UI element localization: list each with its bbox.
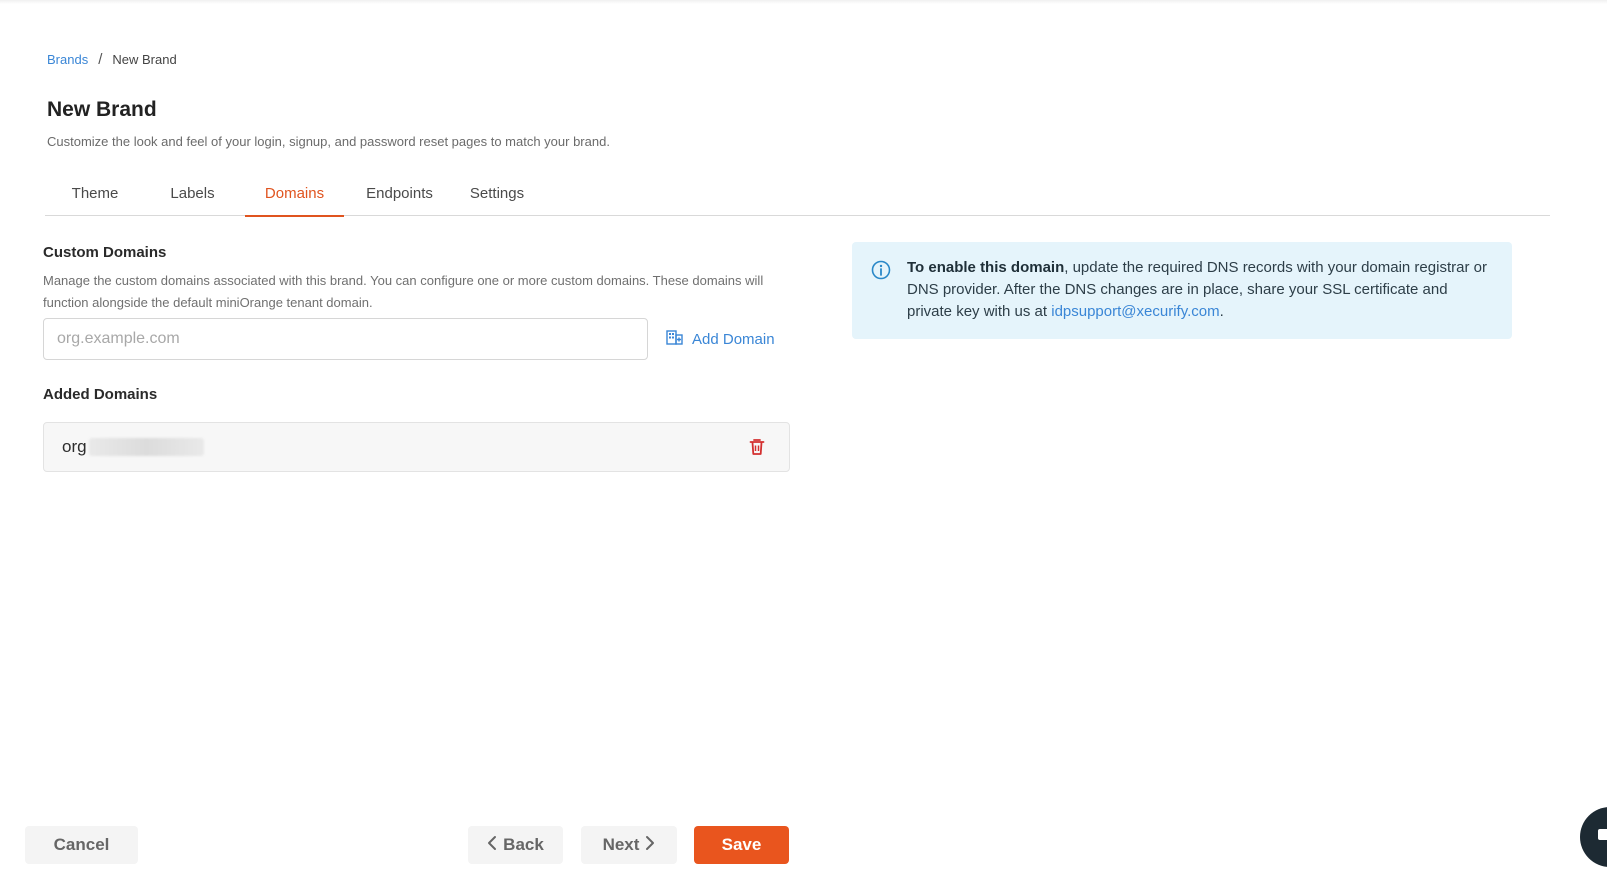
- tab-bar: Theme Labels Domains Endpoints Settings: [45, 170, 1550, 217]
- breadcrumb: Brands / New Brand: [47, 51, 177, 68]
- tab-theme[interactable]: Theme: [45, 170, 145, 216]
- trash-icon[interactable]: [749, 438, 765, 461]
- added-domain-text: org: [62, 437, 87, 456]
- add-domain-label: Add Domain: [692, 330, 775, 348]
- domain-input[interactable]: [43, 318, 648, 360]
- chat-widget-button[interactable]: [1580, 807, 1607, 867]
- cancel-button[interactable]: Cancel: [25, 826, 138, 864]
- back-label: Back: [503, 835, 544, 854]
- tab-settings[interactable]: Settings: [457, 170, 537, 216]
- next-button[interactable]: Next: [581, 826, 677, 864]
- support-email-link[interactable]: idpsupport@xecurify.com: [1051, 303, 1219, 320]
- tab-labels[interactable]: Labels: [145, 170, 240, 216]
- breadcrumb-separator: /: [98, 51, 103, 68]
- dns-info-banner: To enable this domain, update the requir…: [852, 242, 1512, 339]
- save-button[interactable]: Save: [694, 826, 789, 864]
- redacted-domain-mask: [88, 438, 204, 456]
- top-shadow: [0, 0, 1607, 4]
- save-label: Save: [721, 835, 762, 854]
- back-button[interactable]: Back: [468, 826, 563, 864]
- info-bold-text: To enable this domain: [907, 259, 1065, 276]
- breadcrumb-brands-link[interactable]: Brands: [47, 52, 88, 67]
- next-label: Next: [602, 835, 640, 854]
- chat-icon: [1598, 829, 1607, 840]
- info-icon: [871, 260, 891, 287]
- breadcrumb-current: New Brand: [112, 52, 177, 67]
- page-subtitle: Customize the look and feel of your logi…: [47, 134, 610, 149]
- tab-endpoints[interactable]: Endpoints: [357, 170, 442, 216]
- custom-domains-title: Custom Domains: [43, 244, 167, 261]
- chevron-left-icon: [487, 835, 497, 856]
- page-title: New Brand: [47, 98, 157, 121]
- custom-domains-description: Manage the custom domains associated wit…: [43, 273, 764, 310]
- cancel-label: Cancel: [53, 835, 110, 854]
- add-domain-button[interactable]: Add Domain: [666, 328, 775, 350]
- added-domain-row: org: [43, 422, 790, 472]
- info-end: .: [1219, 303, 1224, 320]
- chevron-right-icon: [645, 835, 655, 856]
- building-add-icon: [666, 328, 684, 350]
- tab-domains[interactable]: Domains: [245, 170, 344, 217]
- added-domains-title: Added Domains: [43, 386, 158, 403]
